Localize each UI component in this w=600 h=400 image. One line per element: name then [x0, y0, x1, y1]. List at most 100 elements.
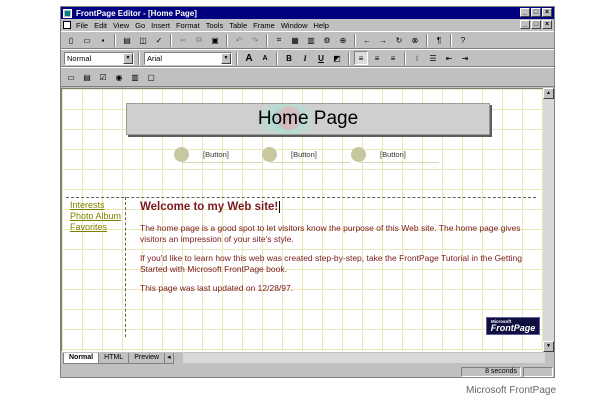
menu-frame[interactable]: Frame [251, 21, 279, 30]
increase-indent-icon[interactable]: ⇥ [458, 51, 472, 65]
app-window: FrontPage Editor - [Home Page] _ □ × Fil… [60, 6, 555, 378]
doc-close-button[interactable]: × [542, 20, 552, 29]
link-photo-album[interactable]: Photo Album [70, 211, 121, 222]
web-settings-icon[interactable]: ⌗ [272, 33, 286, 47]
frontpage-logo: Microsoft FrontPage [486, 317, 540, 335]
toolbar-separator [138, 51, 140, 65]
doc-minimize-button[interactable]: _ [520, 20, 530, 29]
document-icon[interactable] [63, 21, 71, 29]
push-button-icon[interactable]: ▢ [144, 70, 158, 84]
bulleted-list-icon[interactable]: ☰ [426, 51, 440, 65]
main-content[interactable]: Welcome to my Web site! The home page is… [140, 201, 540, 294]
save-icon[interactable]: ▪ [96, 33, 110, 47]
menu-insert[interactable]: Insert [149, 21, 174, 30]
underline-button[interactable]: U [314, 51, 328, 65]
maximize-button[interactable]: □ [531, 8, 541, 17]
print-preview-icon[interactable]: ◫ [136, 33, 150, 47]
chevron-down-icon[interactable]: ▼ [123, 52, 133, 64]
image-caption: Microsoft FrontPage [466, 385, 557, 396]
toolbar-separator [426, 33, 428, 47]
align-left-icon[interactable]: ≡ [354, 51, 368, 65]
menu-help[interactable]: Help [312, 21, 333, 30]
horizontal-scrollbar[interactable] [183, 353, 545, 363]
scroll-up-icon[interactable]: ▲ [543, 88, 554, 99]
one-line-textbox-icon[interactable]: ▭ [64, 70, 78, 84]
help-pointer-icon[interactable]: ? [456, 33, 470, 47]
toolbar-separator [354, 33, 356, 47]
font-select[interactable]: Arial ▼ [144, 51, 232, 65]
minimize-button[interactable]: _ [520, 8, 530, 17]
menu-window[interactable]: Window [279, 21, 312, 30]
divider [270, 162, 350, 163]
link-favorites[interactable]: Favorites [70, 222, 121, 233]
tab-html[interactable]: HTML [98, 353, 130, 364]
show-formatting-icon[interactable]: ¶ [432, 33, 446, 47]
doc-restore-button[interactable]: □ [531, 20, 541, 29]
decrease-indent-icon[interactable]: ⇤ [442, 51, 456, 65]
page-heading[interactable]: Welcome to my Web site! [140, 201, 540, 214]
cut-icon[interactable]: ✂ [176, 33, 190, 47]
editor-pane[interactable]: Home Page [Button] [Button] [Button] Int… [61, 88, 545, 352]
new-page-icon[interactable]: ▯ [64, 33, 78, 47]
download-time: 8 seconds [461, 367, 521, 377]
open-icon[interactable]: ▭ [80, 33, 94, 47]
paragraph-tutorial[interactable]: If you'd like to learn how this web was … [140, 253, 540, 274]
stop-icon[interactable]: ⊗ [408, 33, 422, 47]
table-icon[interactable]: ▥ [304, 33, 318, 47]
print-icon[interactable]: ▤ [120, 33, 134, 47]
scrolling-textbox-icon[interactable]: ▤ [80, 70, 94, 84]
tab-preview[interactable]: Preview [128, 353, 166, 364]
bold-button[interactable]: B [282, 51, 296, 65]
nav-button-3[interactable]: [Button] [351, 147, 439, 163]
close-button[interactable]: × [542, 8, 552, 17]
menu-edit[interactable]: Edit [92, 21, 111, 30]
menu-bar: File Edit View Go Insert Format Tools Ta… [61, 19, 554, 31]
toolbar-separator [348, 51, 350, 65]
app-icon[interactable] [63, 8, 72, 18]
toolbar-separator [226, 33, 228, 47]
menu-tools[interactable]: Tools [204, 21, 228, 30]
menu-file[interactable]: File [74, 21, 92, 30]
image-icon[interactable]: ▦ [288, 33, 302, 47]
forward-icon[interactable]: → [376, 33, 390, 47]
nav-button-2[interactable]: [Button] [262, 147, 350, 163]
divider [359, 162, 439, 163]
menu-format[interactable]: Format [174, 21, 204, 30]
tab-normal[interactable]: Normal [63, 353, 100, 364]
bot-icon[interactable]: ⚙ [320, 33, 334, 47]
redo-icon[interactable]: ↷ [248, 33, 262, 47]
menu-view[interactable]: View [111, 21, 133, 30]
align-center-icon[interactable]: ≡ [370, 51, 384, 65]
chevron-down-icon[interactable]: ▼ [221, 52, 231, 64]
window-title: FrontPage Editor - [Home Page] [76, 8, 197, 18]
vertical-scrollbar[interactable]: ▲ ▼ [543, 88, 554, 352]
hyperlink-icon[interactable]: ⊕ [336, 33, 350, 47]
spelling-icon[interactable]: ✓ [152, 33, 166, 47]
refresh-icon[interactable]: ↻ [392, 33, 406, 47]
back-icon[interactable]: ← [360, 33, 374, 47]
menu-go[interactable]: Go [133, 21, 149, 30]
nav-button-label: [Button] [291, 150, 317, 159]
scroll-down-icon[interactable]: ▼ [543, 341, 554, 352]
nav-button-1[interactable]: [Button] [174, 147, 262, 163]
decrease-font-button[interactable]: A [258, 51, 272, 65]
text-color-icon[interactable]: ◩ [330, 51, 344, 65]
increase-font-button[interactable]: A [242, 51, 256, 65]
paste-icon[interactable]: ▣ [208, 33, 222, 47]
paragraph-intro[interactable]: The home page is a good spot to let visi… [140, 223, 540, 244]
radio-button-icon[interactable]: ◉ [112, 70, 126, 84]
title-bar[interactable]: FrontPage Editor - [Home Page] _ □ × [61, 7, 554, 19]
checkbox-icon[interactable]: ☑ [96, 70, 110, 84]
style-select[interactable]: Normal ▼ [64, 51, 134, 65]
undo-icon[interactable]: ↶ [232, 33, 246, 47]
paragraph-updated[interactable]: This page was last updated on 12/28/97. [140, 283, 540, 294]
page-banner: Home Page [126, 103, 490, 135]
numbered-list-icon[interactable]: ⁝ [410, 51, 424, 65]
link-interests[interactable]: Interests [70, 200, 121, 211]
italic-button[interactable]: I [298, 51, 312, 65]
menu-table[interactable]: Table [227, 21, 251, 30]
dropdown-menu-icon[interactable]: ▥ [128, 70, 142, 84]
align-right-icon[interactable]: ≡ [386, 51, 400, 65]
copy-icon[interactable]: ⧉ [192, 33, 206, 47]
tab-scroll-icon[interactable]: ◂ [164, 353, 174, 364]
